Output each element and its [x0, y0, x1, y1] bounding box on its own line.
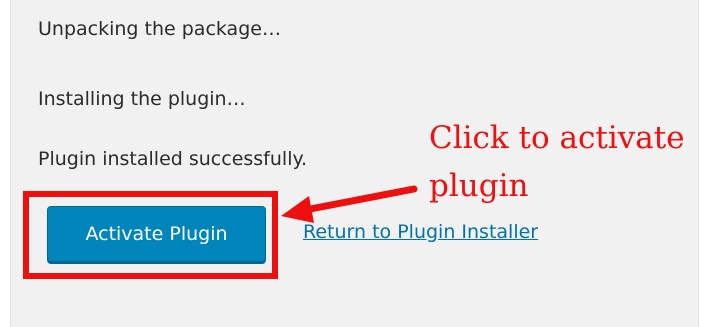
activate-plugin-button[interactable]: Activate Plugin [47, 206, 266, 262]
log-line-unpacking: Unpacking the package… [38, 18, 281, 40]
annotation-text: Click to activate plugin [429, 120, 685, 204]
log-line-installing: Installing the plugin… [38, 88, 246, 110]
log-line-installed: Plugin installed successfully. [38, 148, 308, 170]
return-to-plugin-installer-link[interactable]: Return to Plugin Installer [303, 221, 538, 243]
